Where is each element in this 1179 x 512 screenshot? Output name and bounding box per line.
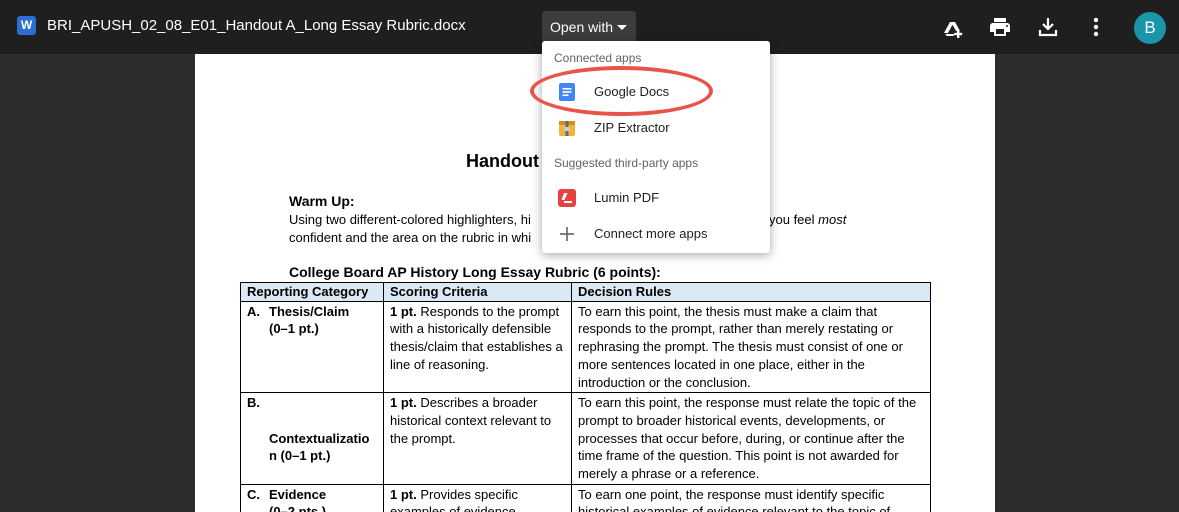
word-file-icon: W (17, 16, 36, 35)
menu-item-label: ZIP Extractor (594, 120, 670, 135)
warm-up-line-2: confident and the area on the rubric in … (289, 230, 532, 245)
rule-cell: To earn one point, the response must ide… (571, 483, 931, 512)
category-name: Thesis/Claim (269, 303, 350, 319)
warm-up-line-1-right: you feel most (769, 212, 846, 227)
menu-item-zip-extractor[interactable]: ZIP Extractor (542, 112, 770, 144)
category-name: Contextualizatio (269, 430, 370, 446)
criteria-cell: 1 pt. Provides specific examples of evid… (383, 483, 572, 512)
more-options-icon[interactable] (1084, 15, 1108, 39)
open-with-button[interactable]: Open with (542, 11, 636, 43)
category-cell: B. Contextualizatio n (0–1 pt.) (240, 392, 384, 485)
plus-icon (560, 227, 574, 241)
caret-down-icon (617, 25, 627, 30)
category-letter: B. (247, 395, 260, 411)
warm-up-emphasis: most (818, 212, 847, 227)
table-row: C. Evidence (0–2 pts.) 1 pt. Provides spe… (240, 483, 931, 512)
criteria-points: 1 pt. (390, 395, 417, 411)
table-row: B. Contextualizatio n (0–1 pt.) 1 pt. De… (240, 392, 931, 485)
avatar[interactable]: B (1134, 12, 1166, 44)
warm-up-text: you feel (769, 212, 819, 227)
category-cell: A. Thesis/Claim (0–1 pt.) (240, 300, 384, 394)
category-letter: C. (247, 486, 260, 502)
warm-up-heading: Warm Up: (289, 193, 355, 209)
menu-item-lumin-pdf[interactable]: Lumin PDF (542, 182, 770, 214)
document-title: Handout (466, 151, 539, 171)
open-with-label: Open with (550, 19, 614, 35)
lumin-pdf-icon (558, 189, 576, 207)
zip-extractor-icon (559, 121, 575, 136)
category-name: Evidence (269, 486, 327, 502)
suggested-apps-heading: Suggested third-party apps (554, 156, 699, 170)
file-title: BRI_APUSH_02_08_E01_Handout A_Long Essay… (47, 17, 466, 34)
table-row: A. Thesis/Claim (0–1 pt.) 1 pt. Responds … (240, 300, 931, 394)
print-icon[interactable] (988, 15, 1012, 39)
category-cell: C. Evidence (0–2 pts.) (240, 483, 384, 512)
column-header: Decision Rules (571, 282, 931, 302)
highlight-annotation (530, 66, 713, 116)
rubric-heading: College Board AP History Long Essay Rubr… (289, 264, 661, 280)
category-points: n (0–1 pt.) (269, 448, 331, 464)
menu-item-label: Connect more apps (594, 226, 708, 241)
column-header: Scoring Criteria (383, 282, 572, 302)
category-points: (0–1 pt.) (269, 321, 319, 337)
rubric-table: Reporting Category Scoring Criteria Deci… (240, 282, 931, 512)
category-points: (0–2 pts.) (269, 504, 327, 512)
warm-up-line-1-left: Using two different-colored highlighters… (289, 212, 531, 227)
rule-cell: To earn this point, the thesis must make… (571, 300, 931, 394)
criteria-points: 1 pt. (390, 303, 417, 319)
download-icon[interactable] (1036, 15, 1060, 39)
category-letter: A. (247, 303, 260, 319)
criteria-cell: 1 pt. Responds to the prompt with a hist… (383, 300, 572, 394)
rule-cell: To earn this point, the response must re… (571, 392, 931, 485)
column-header: Reporting Category (240, 282, 384, 302)
table-header-row: Reporting Category Scoring Criteria Deci… (240, 282, 931, 302)
menu-item-label: Lumin PDF (594, 190, 660, 205)
connected-apps-heading: Connected apps (554, 51, 642, 65)
menu-item-connect-more-apps[interactable]: Connect more apps (542, 218, 770, 250)
criteria-points: 1 pt. (390, 486, 417, 502)
criteria-cell: 1 pt. Describes a broader historical con… (383, 392, 572, 485)
add-to-drive-icon[interactable] (940, 15, 964, 39)
